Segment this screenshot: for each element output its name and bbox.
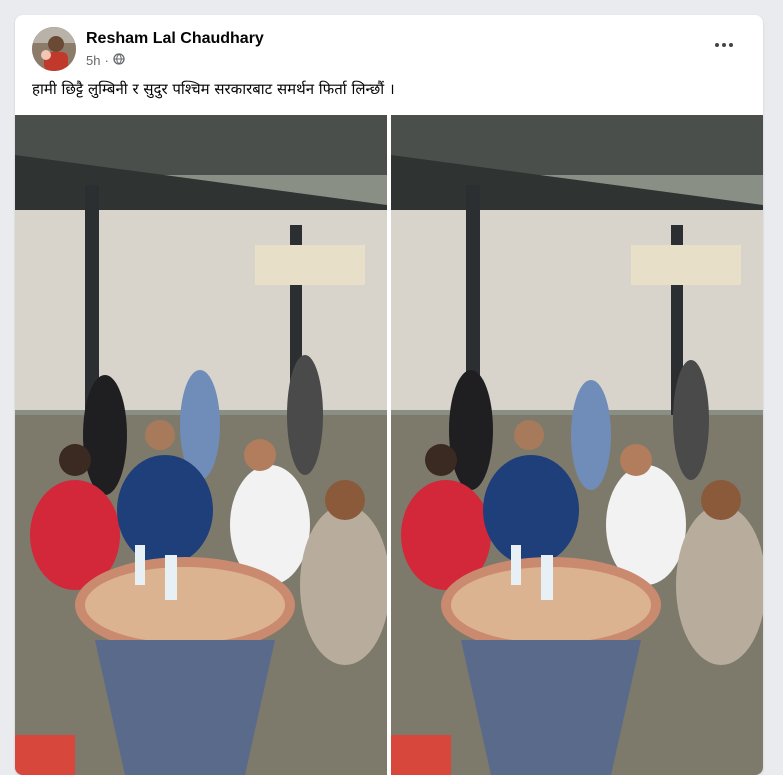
photo-grid — [15, 115, 763, 775]
dot — [722, 43, 726, 47]
post-photo-1[interactable] — [15, 115, 387, 775]
post-time[interactable]: 5h — [86, 53, 100, 68]
photo-image — [15, 115, 387, 775]
post-caption: हामी छिट्टै लुम्बिनी र सुदुर पश्चिम सरका… — [32, 80, 395, 98]
dot — [729, 43, 733, 47]
post-photo-2[interactable] — [391, 115, 763, 775]
avatar-image — [32, 27, 76, 71]
post-meta: 5h · — [86, 53, 125, 68]
author-avatar[interactable] — [32, 27, 76, 71]
meta-separator: · — [104, 53, 109, 68]
dot — [715, 43, 719, 47]
more-options-button[interactable] — [711, 35, 737, 55]
author-name[interactable]: Resham Lal Chaudhary — [86, 30, 264, 48]
globe-icon — [113, 53, 125, 68]
photo-image — [391, 115, 763, 775]
post-card: Resham Lal Chaudhary 5h · हामी छिट्टै लु… — [15, 15, 763, 775]
